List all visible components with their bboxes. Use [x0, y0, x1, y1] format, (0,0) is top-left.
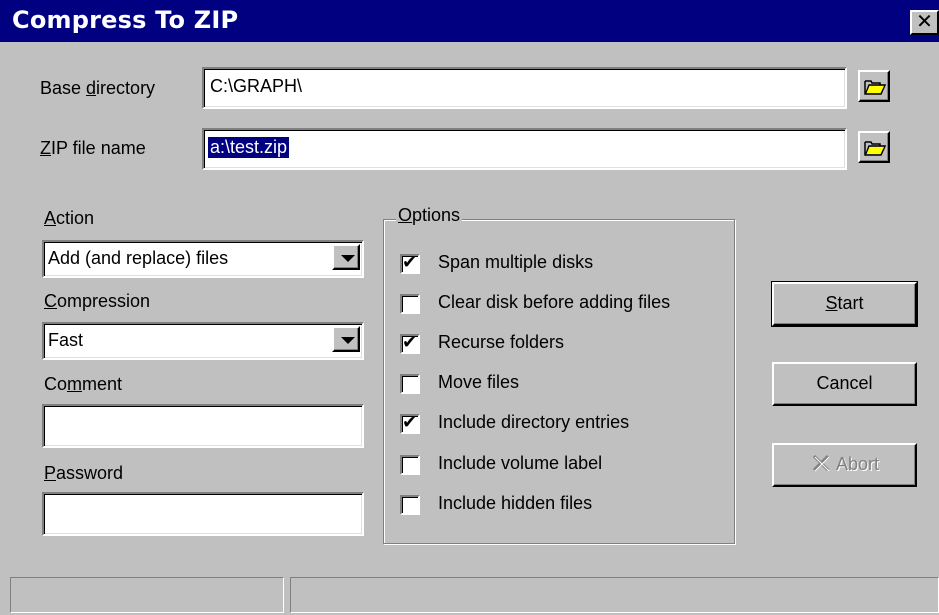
chevron-down-icon — [341, 337, 355, 344]
base-directory-label: Base directory — [40, 78, 156, 98]
close-icon: ✕ — [916, 9, 933, 33]
window-title: Compress To ZIP — [12, 6, 239, 34]
action-dropdown-button[interactable] — [332, 244, 360, 270]
browse-zip-file-button[interactable] — [858, 131, 890, 163]
checkbox[interactable] — [400, 495, 420, 515]
option-label: Move files — [438, 372, 520, 392]
close-button[interactable]: ✕ — [910, 10, 939, 35]
start-button[interactable]: Start — [771, 281, 918, 327]
comment-input[interactable] — [42, 404, 364, 448]
checkbox[interactable] — [400, 294, 420, 314]
options-label: Options — [396, 205, 463, 226]
zip-file-name-label: ZIP file name — [40, 138, 146, 158]
checkbox[interactable]: ✔ — [400, 252, 420, 274]
option-label: Include directory entries — [438, 412, 630, 432]
password-input[interactable] — [42, 492, 364, 536]
action-select[interactable]: Add (and replace) files — [42, 240, 364, 278]
status-panel-left — [10, 577, 284, 613]
title-bar[interactable]: Compress To ZIP ✕ — [0, 0, 939, 42]
checkbox[interactable]: ✔ — [400, 332, 420, 354]
action-selected-value: Add (and replace) files — [48, 248, 229, 268]
option-label: Include hidden files — [438, 493, 593, 513]
checkbox[interactable] — [400, 374, 420, 394]
comment-label: Comment — [44, 374, 123, 394]
option-label: Recurse folders — [438, 332, 565, 352]
zip-file-name-value: a:\test.zip — [208, 137, 290, 158]
option-label: Clear disk before adding files — [438, 292, 671, 312]
cancel-button[interactable]: Cancel — [772, 362, 917, 406]
option-label: Include volume label — [438, 453, 603, 473]
abort-x-icon — [812, 454, 830, 472]
password-label: Password — [44, 463, 124, 483]
base-directory-value: C:\GRAPH\ — [210, 76, 303, 96]
compress-to-zip-dialog: Compress To ZIP ✕ Base directory C:\GRAP… — [0, 0, 939, 615]
base-directory-input[interactable]: C:\GRAPH\ — [202, 67, 847, 109]
option-label: Span multiple disks — [438, 252, 594, 272]
browse-base-directory-button[interactable] — [858, 70, 890, 102]
folder-open-icon — [864, 80, 886, 95]
status-panel-right — [290, 577, 939, 613]
compression-label: Compression — [44, 291, 151, 311]
chevron-down-icon — [341, 255, 355, 262]
compression-selected-value: Fast — [48, 330, 84, 350]
zip-file-name-input[interactable]: a:\test.zip — [202, 128, 847, 170]
compression-select[interactable]: Fast — [42, 322, 364, 360]
check-icon: ✔ — [402, 252, 418, 273]
compression-dropdown-button[interactable] — [332, 326, 360, 352]
checkbox[interactable] — [400, 455, 420, 475]
abort-button[interactable]: Abort — [772, 443, 917, 487]
checkbox[interactable]: ✔ — [400, 412, 420, 434]
action-label: Action — [44, 208, 95, 228]
folder-open-icon — [864, 141, 886, 156]
check-icon: ✔ — [402, 412, 418, 433]
check-icon: ✔ — [402, 332, 418, 353]
